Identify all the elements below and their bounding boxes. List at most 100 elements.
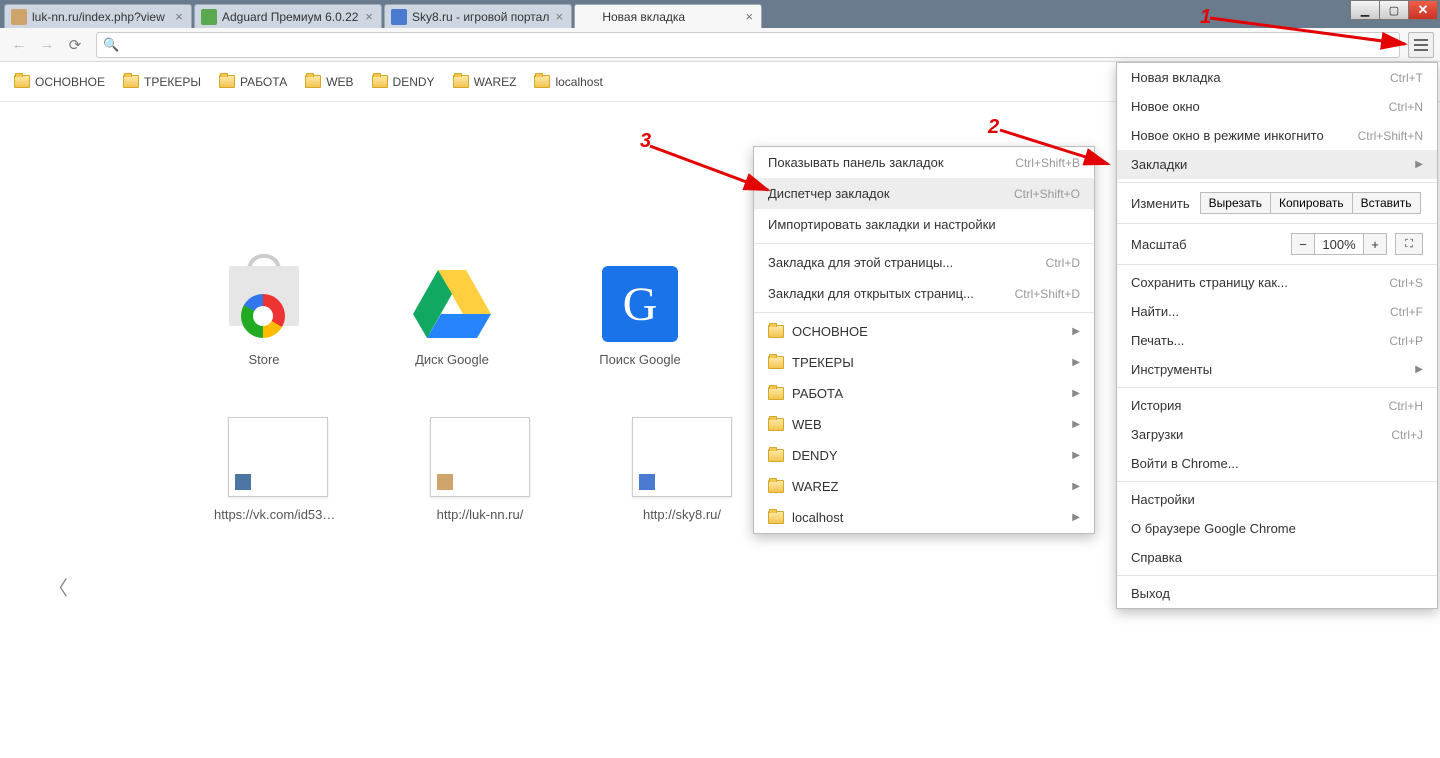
menu-separator <box>754 243 1094 244</box>
chevron-right-icon: ▶ <box>1072 481 1080 492</box>
submenu-folder[interactable]: localhost▶ <box>754 502 1094 533</box>
bookmark-folder[interactable]: WEB <box>305 75 353 89</box>
favicon <box>201 9 217 25</box>
tab-title: Sky8.ru - игровой портал <box>412 10 549 24</box>
submenu-folder[interactable]: РАБОТА▶ <box>754 378 1094 409</box>
paste-button[interactable]: Вставить <box>1352 192 1421 214</box>
cut-button[interactable]: Вырезать <box>1200 192 1271 214</box>
search-icon: 🔍 <box>103 37 119 53</box>
folder-icon <box>768 356 784 369</box>
folder-label: ОСНОВНОЕ <box>792 324 868 339</box>
tab-title: Adguard Премиум 6.0.22 <box>222 10 359 24</box>
bookmark-label: DENDY <box>393 75 435 89</box>
menu-downloads[interactable]: ЗагрузкиCtrl+J <box>1117 420 1437 449</box>
ntp-tile[interactable]: Диск Google <box>388 242 516 367</box>
chevron-right-icon: ▶ <box>1072 512 1080 523</box>
menu-save-as[interactable]: Сохранить страницу как...Ctrl+S <box>1117 268 1437 297</box>
submenu-bookmark-open[interactable]: Закладки для открытых страниц...Ctrl+Shi… <box>754 278 1094 309</box>
reload-button[interactable]: ⟳ <box>62 32 88 58</box>
prev-arrow-icon[interactable]: 〈 <box>48 572 68 601</box>
menu-separator <box>1117 223 1437 224</box>
zoom-out-button[interactable]: − <box>1291 233 1315 255</box>
submenu-bookmark-page[interactable]: Закладка для этой страницы...Ctrl+D <box>754 247 1094 278</box>
submenu-folder[interactable]: DENDY ▶ <box>754 440 1094 471</box>
ntp-tile[interactable]: https://vk.com/id53818... <box>214 417 342 522</box>
close-tab-icon[interactable]: × <box>743 9 755 24</box>
annotation-2: 2 <box>988 116 999 139</box>
bookmark-folder[interactable]: WAREZ <box>453 75 517 89</box>
menu-help[interactable]: Справка <box>1117 543 1437 572</box>
folder-label: WAREZ <box>792 479 838 494</box>
folder-label: ТРЕКЕРЫ <box>792 355 854 370</box>
tab-title: luk-nn.ru/index.php?view <box>32 10 169 24</box>
forward-button[interactable]: → <box>34 32 60 58</box>
tile-label: https://vk.com/id53818... <box>214 507 342 522</box>
chevron-right-icon: ▶ <box>1072 450 1080 461</box>
submenu-folder[interactable]: WAREZ ▶ <box>754 471 1094 502</box>
menu-exit[interactable]: Выход <box>1117 579 1437 608</box>
zoom-in-button[interactable]: + <box>1363 233 1387 255</box>
bookmark-label: WAREZ <box>474 75 517 89</box>
bookmark-folder[interactable]: ТРЕКЕРЫ <box>123 75 201 89</box>
menu-new-window[interactable]: Новое окноCtrl+N <box>1117 92 1437 121</box>
menu-incognito[interactable]: Новое окно в режиме инкогнитоCtrl+Shift+… <box>1117 121 1437 150</box>
chevron-right-icon: ▶ <box>1415 364 1423 375</box>
menu-about[interactable]: О браузере Google Chrome <box>1117 514 1437 543</box>
menu-new-tab[interactable]: Новая вкладкаCtrl+T <box>1117 63 1437 92</box>
bookmark-label: ОСНОВНОЕ <box>35 75 105 89</box>
zoom-value: 100% <box>1314 233 1364 255</box>
browser-tab[interactable]: Sky8.ru - игровой портал × <box>384 4 572 28</box>
folder-label: DENDY <box>792 448 838 463</box>
submenu-folder[interactable]: ОСНОВНОЕ ▶ <box>754 316 1094 347</box>
menu-print[interactable]: Печать...Ctrl+P <box>1117 326 1437 355</box>
ntp-tile[interactable]: GПоиск Google <box>576 242 704 367</box>
folder-icon <box>768 511 784 524</box>
submenu-folder[interactable]: WEB▶ <box>754 409 1094 440</box>
tile-label: Store <box>200 352 328 367</box>
menu-history[interactable]: ИсторияCtrl+H <box>1117 391 1437 420</box>
bookmark-folder[interactable]: РАБОТА <box>219 75 287 89</box>
chevron-right-icon: ▶ <box>1072 326 1080 337</box>
arrow-3 <box>650 140 780 200</box>
menu-find[interactable]: Найти...Ctrl+F <box>1117 297 1437 326</box>
bookmark-folder[interactable]: ОСНОВНОЕ <box>14 75 105 89</box>
bookmark-folder[interactable]: localhost <box>534 75 602 89</box>
back-button[interactable]: ← <box>6 32 32 58</box>
bookmark-label: localhost <box>555 75 602 89</box>
menu-signin[interactable]: Войти в Chrome... <box>1117 449 1437 478</box>
store-icon <box>219 254 309 342</box>
drive-icon <box>409 266 495 342</box>
menu-separator <box>1117 481 1437 482</box>
ntp-tile[interactable]: http://sky8.ru/ <box>618 417 746 522</box>
submenu-import[interactable]: Импортировать закладки и настройки <box>754 209 1094 240</box>
address-bar[interactable]: 🔍 <box>96 32 1400 58</box>
menu-separator <box>1117 182 1437 183</box>
menu-settings[interactable]: Настройки <box>1117 485 1437 514</box>
browser-tab[interactable]: Adguard Премиум 6.0.22 × <box>194 4 382 28</box>
arrow-1 <box>1210 10 1420 50</box>
folder-icon <box>534 75 550 88</box>
browser-tab[interactable]: luk-nn.ru/index.php?view × <box>4 4 192 28</box>
submenu-folder[interactable]: ТРЕКЕРЫ▶ <box>754 347 1094 378</box>
close-tab-icon[interactable]: × <box>553 9 565 24</box>
folder-icon <box>14 75 30 88</box>
submenu-manager[interactable]: Диспетчер закладокCtrl+Shift+O <box>754 178 1094 209</box>
annotation-1: 1 <box>1200 6 1211 29</box>
tab-title: Новая вкладка <box>602 10 739 24</box>
folder-icon <box>305 75 321 88</box>
fullscreen-button[interactable]: ⛶ <box>1395 233 1423 255</box>
browser-tab[interactable]: Новая вкладка × <box>574 4 762 28</box>
menu-zoom-row: Масштаб − 100% + ⛶ <box>1117 227 1437 261</box>
ntp-tile[interactable]: Store <box>200 242 328 367</box>
copy-button[interactable]: Копировать <box>1270 192 1353 214</box>
bookmark-folder[interactable]: DENDY <box>372 75 435 89</box>
bookmarks-submenu: Показывать панель закладокCtrl+Shift+B Д… <box>753 146 1095 534</box>
ntp-tile[interactable]: http://luk-nn.ru/ <box>416 417 544 522</box>
site-favicon <box>639 474 655 490</box>
chevron-right-icon: ▶ <box>1415 159 1423 170</box>
close-tab-icon[interactable]: × <box>363 9 375 24</box>
menu-tools[interactable]: Инструменты▶ <box>1117 355 1437 384</box>
close-tab-icon[interactable]: × <box>173 9 185 24</box>
menu-bookmarks[interactable]: Закладки▶ <box>1117 150 1437 179</box>
favicon <box>11 9 27 25</box>
